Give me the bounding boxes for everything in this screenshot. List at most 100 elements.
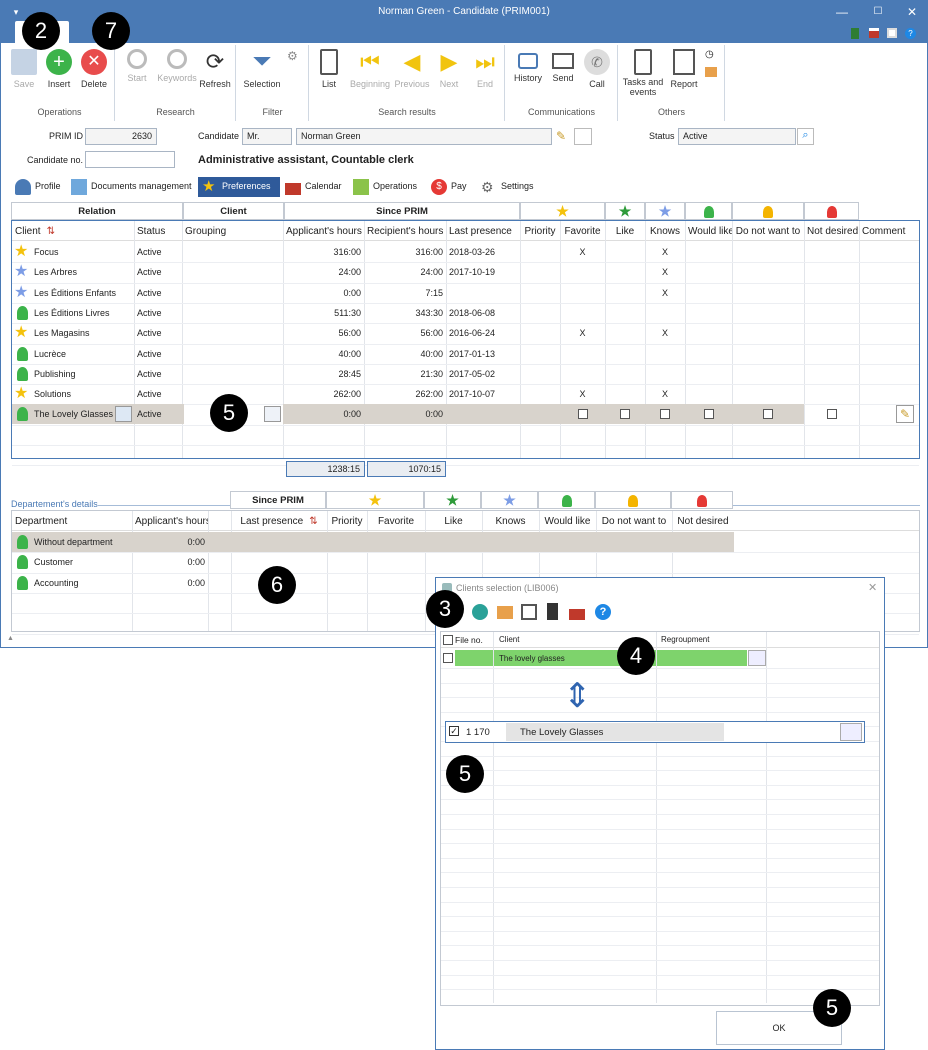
dept-column-header-5[interactable]: Favorite — [367, 511, 425, 531]
candidate-no-field[interactable] — [85, 151, 175, 168]
maximize-button[interactable]: ☐ — [867, 3, 889, 21]
gear-icon[interactable]: ⚙ — [287, 49, 298, 63]
prim-id-field[interactable]: 2630 — [85, 128, 157, 145]
table-row[interactable]: Les Magasins ★ Active 56:00 56:00 2016-06-24 X… — [12, 323, 919, 343]
bar-chart-icon[interactable] — [521, 604, 537, 620]
preference-checkbox[interactable] — [577, 409, 588, 420]
table-row[interactable]: Les Éditions Enfants ★ Active 0:00 7:15 X — [12, 283, 919, 303]
filter-lookup-icon[interactable] — [748, 650, 766, 666]
calculator-icon[interactable] — [547, 603, 558, 620]
calculator-icon[interactable] — [851, 28, 859, 39]
preference-checkbox[interactable] — [763, 409, 773, 420]
table-row[interactable]: Solutions ★ Active 262:00 262:00 2017-10-07 X X — [12, 384, 919, 404]
tab-documents[interactable]: Documents management — [67, 177, 197, 197]
column-header-11[interactable]: Do not want to — [732, 221, 804, 241]
history-button[interactable]: History — [510, 47, 546, 83]
table-row[interactable]: Les Arbres ★ Active 24:00 24:00 2017-10-19 X — [12, 262, 919, 282]
refresh-button[interactable]: ⟳ Refresh — [198, 47, 232, 89]
tab-settings[interactable]: ⚙ Settings — [477, 177, 539, 197]
start-button[interactable]: Start — [120, 47, 154, 83]
search-client-icon[interactable] — [472, 604, 488, 620]
tasks-button[interactable]: Tasks and events — [621, 47, 665, 97]
comment-pencil-icon[interactable]: ✎ — [896, 405, 914, 424]
beginning-button[interactable]: ⏮ Beginning — [348, 47, 392, 89]
dept-column-header-10[interactable]: Not desired — [672, 511, 734, 531]
keywords-button[interactable]: Keywords — [156, 47, 198, 83]
inbox-icon[interactable] — [705, 67, 717, 77]
preference-checkbox[interactable] — [826, 409, 837, 420]
menu-icon[interactable]: ▾ — [5, 3, 27, 21]
close-window-button[interactable]: ✕ — [901, 3, 923, 21]
dept-column-header-1[interactable]: Applicant's hours — [132, 511, 208, 531]
table-row[interactable]: Without department 0:00 — [12, 532, 919, 552]
table-row[interactable]: Les Éditions Livres Active 511:30 343:30 201… — [12, 303, 919, 323]
client-lookup-icon[interactable] — [115, 406, 132, 423]
next-button[interactable]: ▶ Next — [432, 47, 466, 89]
table-row[interactable]: Publishing Active 28:45 21:30 2017-05-02 — [12, 364, 919, 384]
clock-icon[interactable]: ◷ — [705, 49, 714, 60]
dept-column-header-3[interactable]: Last presence ⇅ — [231, 511, 327, 531]
selection-button[interactable]: ⏷ Selection — [241, 47, 283, 90]
tab-profile[interactable]: Profile — [11, 177, 66, 197]
save-button[interactable]: Save — [7, 47, 41, 89]
previous-button[interactable]: ◀ Previous — [394, 47, 430, 89]
column-header-2[interactable]: Grouping — [182, 221, 283, 241]
column-header-5[interactable]: Last presence — [446, 221, 520, 241]
inbox-icon[interactable] — [497, 606, 513, 619]
tab-calendar[interactable]: Calendar — [281, 177, 347, 197]
status-field[interactable]: Active — [678, 128, 796, 145]
table-row[interactable]: Lucrèce Active 40:00 40:00 2017-01-13 — [12, 344, 919, 364]
list-button[interactable]: List — [312, 47, 346, 89]
selected-client-lookup-icon[interactable] — [840, 723, 862, 741]
column-header-13[interactable]: Comment — [859, 221, 919, 241]
send-button[interactable]: Send — [546, 47, 580, 83]
dept-column-header-4[interactable]: Priority — [327, 511, 367, 531]
column-header-0[interactable]: Client ⇅ — [12, 221, 134, 241]
dept-column-header-7[interactable]: Knows — [482, 511, 539, 531]
preference-checkbox[interactable] — [660, 409, 670, 420]
table-row[interactable]: The Lovely Glasses Active 0:00 0:00 ✎ — [12, 404, 919, 425]
select-all-checkbox[interactable] — [443, 635, 453, 645]
column-header-10[interactable]: Would like — [685, 221, 732, 241]
dept-column-header-9[interactable]: Do not want to — [596, 511, 672, 531]
filter-row-checkbox[interactable] — [443, 653, 453, 663]
end-button[interactable]: ⏭ End — [468, 47, 502, 89]
table-row[interactable]: Customer 0:00 — [12, 552, 919, 572]
minimize-button[interactable]: — — [831, 3, 853, 21]
report-button[interactable]: Report — [667, 47, 701, 89]
dept-column-header-8[interactable]: Would like — [539, 511, 596, 531]
insert-button[interactable]: + Insert — [42, 47, 76, 89]
column-header-9[interactable]: Knows — [645, 221, 685, 241]
dialog-close-icon[interactable]: ✕ — [868, 581, 877, 594]
column-header-6[interactable]: Priority — [520, 221, 560, 241]
tab-preferences[interactable]: ★ Preferences — [198, 177, 280, 197]
calendar-icon[interactable] — [569, 605, 585, 620]
column-header-4[interactable]: Recipient's hours — [364, 221, 446, 241]
dept-column-header-2[interactable] — [208, 511, 231, 531]
call-button[interactable]: ✆ Call — [580, 47, 614, 89]
column-header-8[interactable]: Like — [605, 221, 645, 241]
column-header-1[interactable]: Status — [134, 221, 184, 241]
help-icon[interactable]: ? — [905, 28, 916, 39]
dept-column-header-0[interactable]: Department — [12, 511, 132, 531]
title-field[interactable]: Mr. — [242, 128, 292, 145]
selected-client-row[interactable]: ✓ 1 170 The Lovely Glasses — [445, 721, 865, 743]
preference-checkbox[interactable] — [620, 409, 630, 420]
grouping-lookup-icon[interactable] — [264, 406, 281, 423]
card-icon[interactable] — [574, 128, 592, 145]
print-icon[interactable] — [887, 28, 897, 38]
preference-checkbox[interactable] — [703, 409, 714, 420]
column-header-12[interactable]: Not desired — [804, 221, 859, 241]
column-header-3[interactable]: Applicant's hours — [283, 221, 364, 241]
delete-button[interactable]: ✕ Delete — [77, 47, 111, 89]
dept-column-header-6[interactable]: Like — [425, 511, 482, 531]
pencil-icon[interactable]: ✎ — [556, 129, 570, 143]
calendar-icon[interactable] — [869, 28, 879, 38]
status-search-icon[interactable]: ⌕ — [797, 128, 814, 145]
table-row[interactable]: Focus ★ Active 316:00 316:00 2018-03-26 X X — [12, 242, 919, 262]
column-header-7[interactable]: Favorite — [560, 221, 605, 241]
tab-operations[interactable]: Operations — [349, 177, 425, 197]
tab-pay[interactable]: $ Pay — [427, 177, 475, 197]
client-filter-input[interactable]: The lovely glasses — [455, 650, 747, 666]
candidate-name-field[interactable]: Norman Green — [296, 128, 552, 145]
